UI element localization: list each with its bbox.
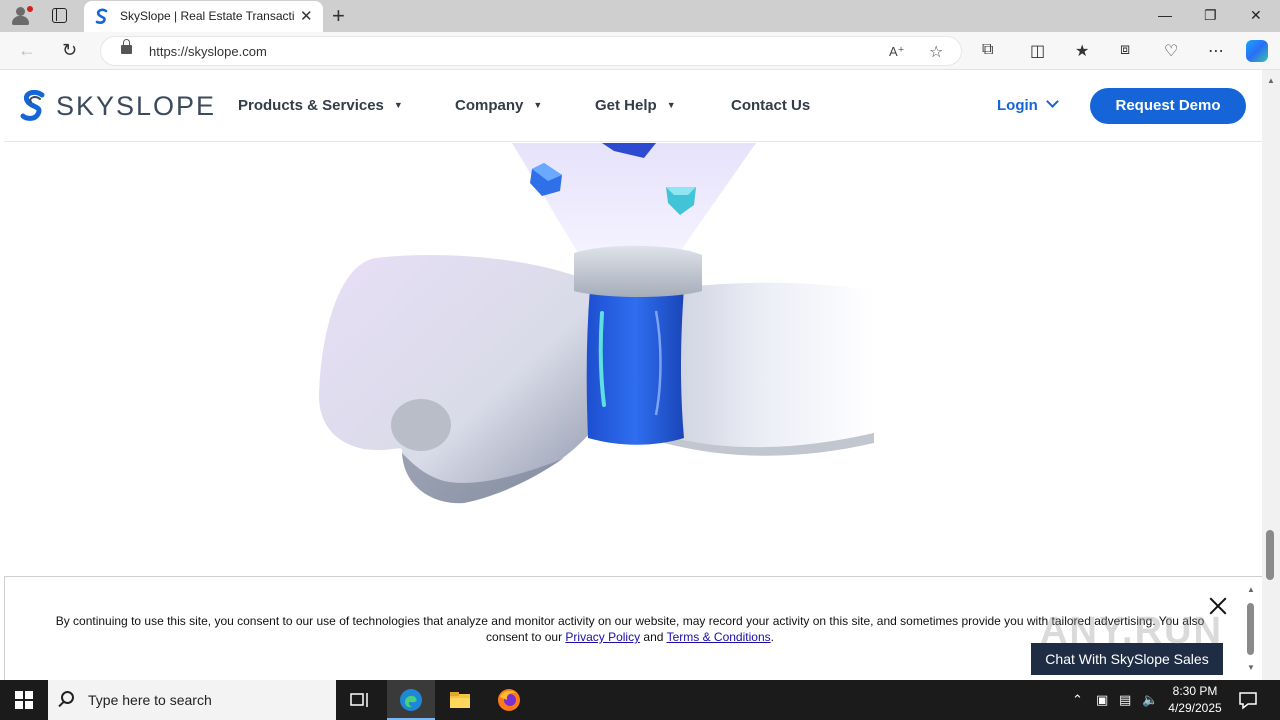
banner-scrollbar[interactable]: ▲ ▼	[1245, 585, 1257, 673]
windows-start-icon[interactable]	[15, 691, 33, 709]
tab-title: SkySlope | Real Estate Transaction	[120, 9, 295, 23]
tray-chevron-up-icon[interactable]: ⌃	[1072, 692, 1083, 708]
favorites-icon[interactable]: ★	[1075, 41, 1089, 61]
edge-icon	[400, 689, 422, 711]
notifications-icon[interactable]	[1236, 688, 1260, 712]
close-window-button[interactable]: ✕	[1250, 7, 1262, 24]
browser-tab[interactable]: SkySlope | Real Estate Transaction ✕	[84, 1, 323, 32]
task-view-icon[interactable]	[348, 688, 372, 712]
back-icon[interactable]: ←	[18, 40, 36, 61]
address-bar[interactable]: https://skyslope.com A⁺ ☆	[100, 36, 962, 66]
browser-essentials-icon[interactable]: ♡	[1164, 41, 1178, 61]
nav-get-help[interactable]: Get Help ▼	[595, 97, 676, 114]
favorite-star-icon[interactable]: ☆	[929, 42, 943, 62]
file-explorer-icon[interactable]	[448, 688, 472, 712]
logo-text[interactable]: SKYSLOPE	[56, 91, 216, 122]
nav-products-services[interactable]: Products & Services ▼	[238, 97, 403, 114]
clock-date: 4/29/2025	[1168, 701, 1222, 715]
privacy-policy-link[interactable]: Privacy Policy	[565, 630, 640, 644]
nav-contact-us[interactable]: Contact Us	[731, 97, 810, 114]
tab-actions-icon[interactable]	[52, 8, 67, 23]
request-demo-button[interactable]: Request Demo	[1090, 88, 1246, 124]
windows-taskbar: Type here to search ⌃ ▣ ▤ 🔈 8:30 PM 4/29…	[0, 680, 1280, 720]
url-text[interactable]: https://skyslope.com	[149, 44, 267, 59]
meet-now-icon[interactable]: ▣	[1096, 692, 1108, 708]
clock-time: 8:30 PM	[1172, 684, 1218, 698]
new-tab-button[interactable]: +	[332, 3, 345, 29]
profile-icon[interactable]	[8, 4, 34, 28]
more-menu-icon[interactable]: ⋯	[1208, 41, 1224, 61]
lock-icon[interactable]	[121, 39, 132, 54]
extensions-icon[interactable]: ⧉	[982, 41, 993, 59]
restore-button[interactable]: ❐	[1204, 7, 1217, 24]
hero-section	[4, 143, 1262, 576]
minimize-button[interactable]: —	[1158, 7, 1172, 23]
banner-scrollbar-thumb[interactable]	[1247, 603, 1254, 655]
login-menu[interactable]: Login	[997, 95, 1059, 114]
site-header: SKYSLOPE Products & Services ▼ Company ▼ G…	[4, 70, 1262, 142]
close-tab-icon[interactable]: ✕	[300, 7, 313, 25]
page-scrollbar[interactable]: ▲	[1262, 70, 1280, 680]
nav-company[interactable]: Company ▼	[455, 97, 542, 114]
read-aloud-icon[interactable]: A⁺	[889, 44, 905, 60]
search-placeholder[interactable]: Type here to search	[88, 692, 212, 708]
refresh-icon[interactable]: ↻	[62, 40, 77, 61]
collections-icon[interactable]: ⧈	[1120, 41, 1130, 59]
skyslope-logo-icon[interactable]	[18, 90, 48, 122]
scroll-down-arrow-icon[interactable]: ▼	[1247, 663, 1255, 672]
caret-down-icon: ▼	[666, 100, 676, 110]
taskbar-clock[interactable]: 8:30 PM 4/29/2025	[1160, 683, 1230, 717]
taskbar-search-box[interactable]: Type here to search	[48, 680, 336, 720]
caret-down-icon: ▼	[393, 100, 403, 110]
scroll-up-arrow-icon[interactable]: ▲	[1267, 76, 1275, 85]
volume-icon[interactable]: 🔈	[1142, 692, 1158, 708]
skyslope-favicon-icon	[95, 8, 108, 24]
search-icon	[61, 691, 74, 704]
firefox-icon[interactable]	[497, 688, 521, 712]
edge-taskbar-button[interactable]	[387, 680, 435, 720]
copilot-icon[interactable]	[1246, 40, 1268, 62]
scrollbar-thumb[interactable]	[1266, 530, 1274, 580]
split-screen-icon[interactable]: ◫	[1030, 41, 1045, 61]
browser-tab-bar: SkySlope | Real Estate Transaction ✕ + —…	[0, 0, 1280, 32]
bow-tie-illustration	[318, 143, 874, 504]
scroll-up-arrow-icon[interactable]: ▲	[1247, 585, 1255, 594]
watermark-logo: ANY.RUN	[1040, 610, 1223, 652]
caret-down-icon: ▼	[533, 100, 543, 110]
chevron-down-icon	[1045, 95, 1059, 108]
network-icon[interactable]: ▤	[1119, 692, 1131, 708]
terms-conditions-link[interactable]: Terms & Conditions	[667, 630, 771, 644]
